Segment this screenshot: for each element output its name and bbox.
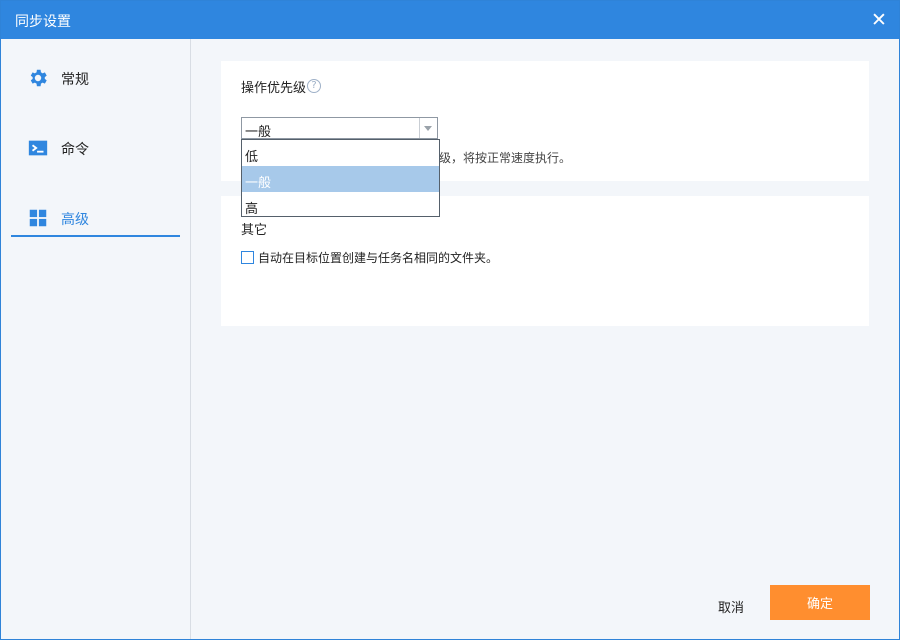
settings-content: 操作优先级 ? 一般 先级，将按正常速度执行。 低 一般 高 其它 自动在目标位…: [191, 39, 899, 639]
ok-button[interactable]: 确定: [770, 585, 870, 620]
priority-label: 操作优先级: [241, 81, 307, 96]
sidebar: 常规 命令 高级: [1, 39, 191, 639]
option-label: 一般: [245, 176, 272, 191]
sidebar-item-label: 命令: [61, 142, 89, 158]
sidebar-item-label: 高级: [61, 212, 89, 228]
close-icon: ✕: [871, 9, 887, 31]
gear-icon: [30, 69, 47, 87]
sidebar-item-general[interactable]: 常规: [11, 61, 180, 95]
create-folder-checkbox[interactable]: [241, 251, 254, 264]
title-bar: 同步设置 ✕: [1, 1, 899, 39]
create-folder-label[interactable]: 自动在目标位置创建与任务名相同的文件夹。: [258, 249, 498, 266]
close-button[interactable]: ✕: [868, 9, 890, 31]
cancel-button[interactable]: 取消: [706, 595, 756, 617]
sidebar-item-advanced[interactable]: 高级: [11, 201, 180, 237]
option-label: 高: [245, 202, 259, 217]
option-low[interactable]: 低: [242, 140, 439, 166]
select-value: 一般: [245, 125, 272, 140]
grid-icon: [29, 209, 47, 227]
option-label: 低: [245, 150, 259, 165]
priority-select[interactable]: 一般: [241, 117, 438, 140]
chevron-down-icon[interactable]: [419, 118, 437, 138]
help-icon[interactable]: ?: [307, 79, 321, 93]
window-title: 同步设置: [15, 14, 71, 30]
priority-dropdown: 低 一般 高: [241, 139, 440, 217]
option-high[interactable]: 高: [242, 192, 439, 218]
other-label: 其它: [241, 223, 268, 238]
terminal-icon: [28, 140, 48, 156]
sidebar-item-command[interactable]: 命令: [11, 131, 180, 165]
sync-settings-dialog: 同步设置 ✕ 常规 命令 高级 操作优先级 ? 一般 先级，将按正常速度执行。 …: [0, 0, 900, 640]
sidebar-item-label: 常规: [61, 72, 89, 88]
option-normal[interactable]: 一般: [242, 166, 439, 192]
priority-description: 先级，将按正常速度执行。: [427, 151, 572, 165]
